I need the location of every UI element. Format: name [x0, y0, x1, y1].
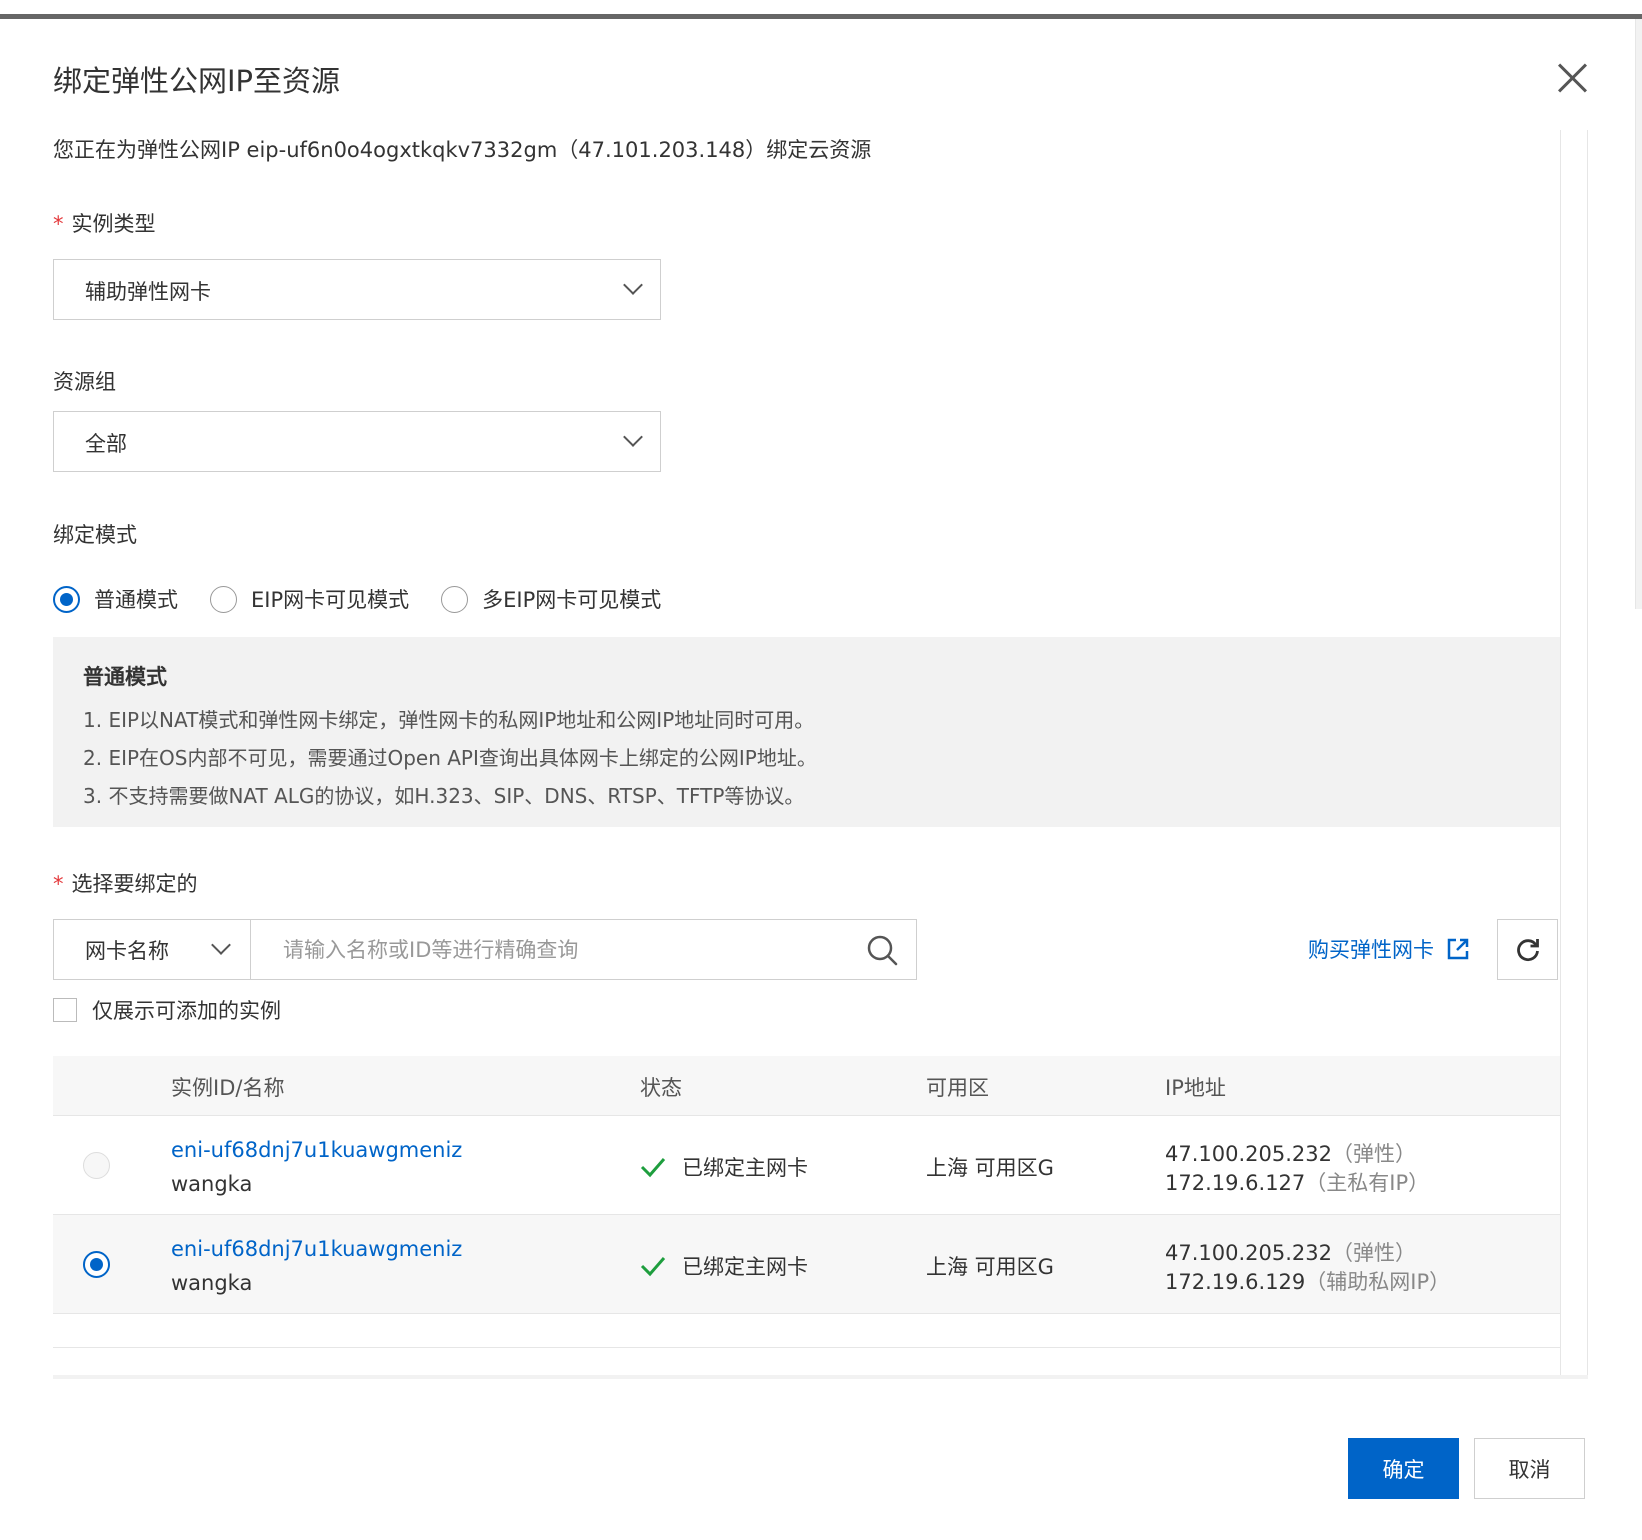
external-link-icon — [1447, 938, 1469, 960]
instance-status-text: 已绑定主网卡 — [682, 1255, 808, 1279]
confirm-button[interactable]: 确定 — [1348, 1438, 1459, 1499]
table-bottom-border — [53, 1347, 1560, 1348]
instance-table: 实例ID/名称 状态 可用区 IP地址 eni-uf68dnj7u1kuawgm… — [53, 1056, 1560, 1314]
bind-mode-label: 绑定模式 — [53, 523, 137, 547]
instance-type-label: * 实例类型 — [53, 208, 156, 238]
search-bar: 网卡名称 — [53, 919, 917, 980]
select-target-label: * 选择要绑定的 — [53, 868, 198, 898]
buy-eni-link-text: 购买弹性网卡 — [1308, 938, 1434, 962]
instance-status: 已绑定主网卡 — [640, 1152, 808, 1182]
instance-name: wangka — [171, 1172, 253, 1196]
refresh-button[interactable] — [1497, 919, 1558, 980]
cancel-button[interactable]: 取消 — [1474, 1438, 1585, 1499]
search-icon[interactable] — [866, 934, 898, 966]
resource-group-select[interactable]: 全部 — [53, 411, 661, 472]
radio-unchecked-icon[interactable] — [210, 585, 237, 613]
ip-value: 172.19.6.127 — [1165, 1171, 1306, 1195]
search-type-select[interactable]: 网卡名称 — [54, 920, 251, 979]
only-addable-label: 仅展示可添加的实例 — [92, 999, 281, 1023]
instance-zone: 上海 可用区G — [926, 1255, 1054, 1279]
ip-value: 47.100.205.232 — [1165, 1241, 1332, 1265]
close-icon[interactable] — [1556, 62, 1588, 94]
row-radio-disabled — [83, 1152, 110, 1179]
resource-group-value: 全部 — [85, 432, 127, 456]
instance-ip-private: 172.19.6.129（辅助私网IP） — [1165, 1266, 1450, 1296]
ip-value: 47.100.205.232 — [1165, 1142, 1332, 1166]
resource-group-label: 资源组 — [53, 370, 116, 394]
only-addable-checkbox-row[interactable]: 仅展示可添加的实例 — [53, 995, 281, 1025]
buy-eni-link[interactable]: 购买弹性网卡 — [1308, 934, 1470, 964]
info-line: 3. 不支持需要做NAT ALG的协议，如H.323、SIP、DNS、RTSP、… — [83, 784, 805, 808]
info-line: 1. EIP以NAT模式和弹性网卡绑定，弹性网卡的私网IP地址和公网IP地址同时… — [83, 708, 815, 732]
dialog-title: 绑定弹性公网IP至资源 — [53, 64, 341, 98]
bind-mode-option-multi-eip-visible[interactable]: 多EIP网卡可见模式 — [441, 584, 661, 614]
instance-ip-private: 172.19.6.127（主私有IP） — [1165, 1167, 1429, 1197]
chevron-down-icon — [623, 275, 643, 295]
instance-status-text: 已绑定主网卡 — [682, 1156, 808, 1180]
column-header-zone: 可用区 — [926, 1076, 989, 1100]
required-mark: * — [53, 872, 64, 896]
dialog-description: 您正在为弹性公网IP eip-uf6n0o4ogxtkqkv7332gm（47.… — [53, 138, 872, 162]
bind-mode-option-label: EIP网卡可见模式 — [251, 588, 410, 612]
bind-mode-option-label: 普通模式 — [94, 588, 178, 612]
radio-checked-icon[interactable] — [53, 585, 80, 613]
instance-zone: 上海 可用区G — [926, 1156, 1054, 1180]
instance-ip-elastic: 47.100.205.232（弹性） — [1165, 1237, 1416, 1267]
instance-type-value: 辅助弹性网卡 — [85, 280, 211, 304]
bind-mode-option-label: 多EIP网卡可见模式 — [482, 588, 662, 612]
search-input[interactable] — [252, 920, 852, 979]
instance-type-select[interactable]: 辅助弹性网卡 — [53, 259, 661, 320]
instance-type-label-text: 实例类型 — [71, 212, 156, 236]
ip-note: （主私有IP） — [1305, 1171, 1430, 1195]
content-scrollbar[interactable] — [1560, 130, 1588, 1378]
instance-id-link[interactable]: eni-uf68dnj7u1kuawgmeniz — [171, 1237, 462, 1261]
info-line: 2. EIP在OS内部不可见，需要通过Open API查询出具体网卡上绑定的公网… — [83, 746, 817, 770]
ip-note: （辅助私网IP） — [1305, 1270, 1451, 1294]
footer-divider — [53, 1375, 1588, 1379]
table-header: 实例ID/名称 状态 可用区 IP地址 — [53, 1056, 1560, 1116]
instance-status: 已绑定主网卡 — [640, 1251, 808, 1281]
bind-mode-option-eip-visible[interactable]: EIP网卡可见模式 — [210, 584, 409, 614]
chevron-down-icon — [623, 427, 643, 447]
table-row[interactable]: eni-uf68dnj7u1kuawgmeniz wangka 已绑定主网卡 上… — [53, 1116, 1560, 1215]
required-mark: * — [53, 212, 64, 236]
radio-unchecked-icon[interactable] — [441, 585, 469, 613]
column-header-id: 实例ID/名称 — [171, 1076, 285, 1100]
chevron-down-icon — [211, 935, 231, 955]
select-target-label-text: 选择要绑定的 — [71, 872, 198, 896]
ip-note: （弹性） — [1332, 1142, 1416, 1166]
bind-mode-info-box: 普通模式 1. EIP以NAT模式和弹性网卡绑定，弹性网卡的私网IP地址和公网I… — [53, 637, 1560, 827]
instance-ip-elastic: 47.100.205.232（弹性） — [1165, 1138, 1416, 1168]
bind-mode-option-normal[interactable]: 普通模式 — [53, 584, 178, 614]
only-addable-checkbox[interactable] — [53, 998, 77, 1022]
page-scrollbar[interactable] — [1635, 19, 1642, 609]
refresh-icon — [1517, 939, 1539, 962]
column-header-status: 状态 — [640, 1076, 682, 1100]
row-radio-checked[interactable] — [83, 1251, 110, 1278]
bind-mode-radio-group: 普通模式 EIP网卡可见模式 多EIP网卡可见模式 — [53, 584, 693, 614]
search-type-value: 网卡名称 — [85, 939, 169, 963]
instance-id-link[interactable]: eni-uf68dnj7u1kuawgmeniz — [171, 1138, 462, 1162]
ip-value: 172.19.6.129 — [1165, 1270, 1306, 1294]
column-header-ip: IP地址 — [1165, 1076, 1226, 1100]
check-icon — [640, 1257, 666, 1277]
ip-note: （弹性） — [1332, 1241, 1416, 1265]
check-icon — [640, 1158, 666, 1178]
table-row[interactable]: eni-uf68dnj7u1kuawgmeniz wangka 已绑定主网卡 上… — [53, 1215, 1560, 1314]
info-title: 普通模式 — [83, 665, 167, 689]
instance-name: wangka — [171, 1271, 253, 1295]
